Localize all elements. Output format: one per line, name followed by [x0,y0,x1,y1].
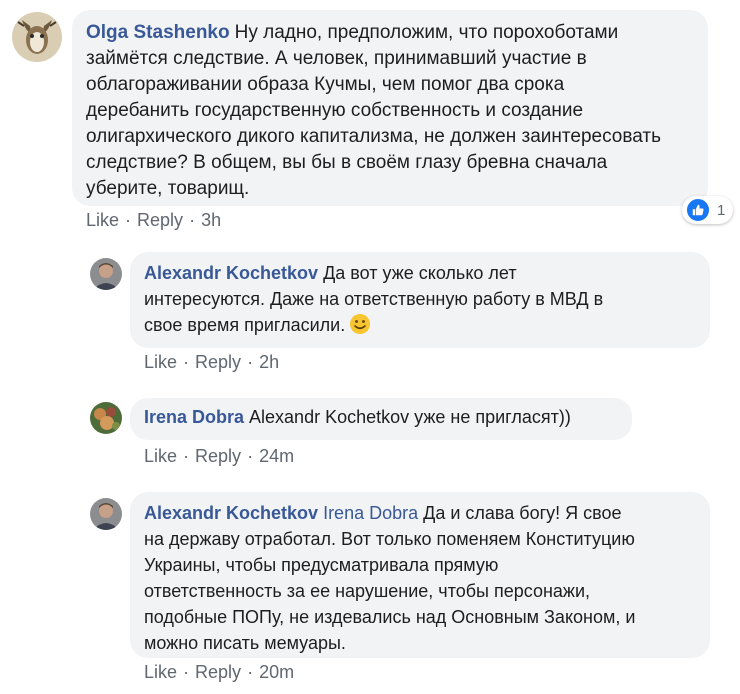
reaction-count: 1 [717,201,726,219]
comment-line: интересуются. Даже на ответственную рабо… [144,289,604,309]
reply-link[interactable]: Reply [137,210,183,231]
person-avatar-icon [90,498,122,530]
timestamp[interactable]: 24m [259,446,294,467]
like-link[interactable]: Like [144,662,177,683]
comment-line: Украины, чтобы предусматривала прямую [144,555,499,575]
like-link[interactable]: Like [86,210,119,231]
separator-dot: · [247,446,254,466]
comment-actions-2: Like · Reply · 2h [144,352,279,373]
like-link[interactable]: Like [144,352,177,373]
comment-bubble-2: Alexandr Kochetkov Да вот уже сколько лет… [130,252,710,348]
like-link[interactable]: Like [144,446,177,467]
reply-link[interactable]: Reply [195,446,241,467]
timestamp[interactable]: 2h [259,352,279,373]
comment-line: Alexandr Kochetkov уже не пригласят)) [249,407,571,427]
reply-link[interactable]: Reply [195,662,241,683]
avatar-olga-stashenko[interactable] [12,12,62,62]
comment-bubble-1: Olga Stashenko Ну ладно, предположим, что… [72,10,708,206]
comment-line: облагораживании образа Кучмы, чем помог … [86,74,565,95]
flower-avatar-icon [90,402,122,434]
separator-dot: · [183,352,190,372]
separator-dot: · [247,352,254,372]
comment-line: подобные ПОПу, не издевались над Основны… [144,607,636,627]
comment-actions-4: Like · Reply · 20m [144,662,294,683]
avatar-alexandr-kochetkov[interactable] [90,498,122,530]
comment-author-2[interactable]: Alexandr Kochetkov [144,263,318,283]
separator-dot: · [125,210,132,230]
reaction-summary[interactable]: 1 [682,196,734,224]
comment-text-1: Olga Stashenko Ну ладно, предположим, что… [86,20,694,46]
comment-line-with-emoji: свое время пригласили. [144,312,696,338]
comment-line: свое время пригласили. [144,315,346,335]
timestamp[interactable]: 20m [259,662,294,683]
comment-line: деребанить государственную собственность… [86,100,584,121]
comment-line: можно писать мемуары. [144,633,346,653]
comment-text-4: Alexandr Kochetkov Irena Dobra Да и слава … [144,500,696,526]
comment-line: олигархического дикого капитализма, не д… [86,126,662,147]
comment-text-3: Irena Dobra Alexandr Kochetkov уже не при… [144,404,618,430]
thumbs-up-icon [685,197,711,223]
comment-author-1[interactable]: Olga Stashenko [86,22,230,43]
comment-line: следствие? В общем, вы бы в своём глазу … [86,152,608,173]
comment-line: Да и слава богу! Я свое [423,503,622,523]
avatar-alexandr-kochetkov[interactable] [90,258,122,290]
smiley-emoji-icon [350,314,371,334]
comment-line: Да вот уже сколько лет [323,263,517,283]
comment-author-3[interactable]: Irena Dobra [144,407,244,427]
timestamp[interactable]: 3h [201,210,221,231]
comment-line: ответственность за ее нарушение, чтобы п… [144,581,591,601]
comment-bubble-4: Alexandr Kochetkov Irena Dobra Да и слава … [130,492,710,658]
separator-dot: · [183,446,190,466]
separator-dot: · [183,662,190,682]
comment-line: займётся следствие. А человек, принимавш… [86,48,587,69]
comment-actions-3: Like · Reply · 24m [144,446,294,467]
avatar-irena-dobra[interactable] [90,402,122,434]
comment-line: Ну ладно, предположим, что порохоботами [234,22,619,43]
mention-link[interactable]: Irena Dobra [323,503,418,523]
comment-line: уберите, товарищ. [86,178,250,199]
goat-avatar-icon [12,12,62,62]
separator-dot: · [247,662,254,682]
person-avatar-icon [90,258,122,290]
separator-dot: · [189,210,196,230]
comment-actions-1: Like · Reply · 3h [86,210,221,231]
comment-bubble-3: Irena Dobra Alexandr Kochetkov уже не при… [130,398,632,440]
comment-author-4[interactable]: Alexandr Kochetkov [144,503,318,523]
reply-link[interactable]: Reply [195,352,241,373]
comment-text-2: Alexandr Kochetkov Да вот уже сколько лет [144,260,696,286]
comment-line: на державу отработал. Вот только поменяе… [144,529,635,549]
